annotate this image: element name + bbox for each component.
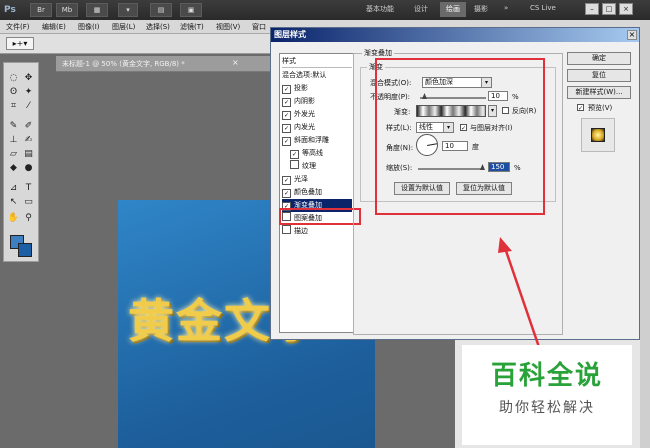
menu-edit[interactable]: 编辑(E)	[42, 21, 66, 33]
effect-texture[interactable]: 纹理	[290, 160, 360, 173]
move-tool-preset[interactable]: ▸+▾	[6, 37, 34, 50]
effect-bevel-emboss[interactable]: ✓ 斜面和浮雕	[282, 134, 352, 147]
minimize-icon[interactable]: –	[585, 3, 599, 15]
watermark-title: 百科全说	[490, 361, 603, 391]
stroke-checkbox[interactable]	[282, 225, 291, 234]
zoom-tool-icon[interactable]: ⚲	[22, 213, 35, 224]
cslive-button[interactable]: CS Live	[530, 4, 556, 12]
document-tab-label: 未标题-1 @ 50% (黄金文字, RGB/8) *	[62, 60, 185, 68]
maximize-icon[interactable]: □	[602, 3, 616, 15]
arrow-head	[498, 237, 512, 253]
ok-button[interactable]: 确定	[567, 52, 631, 65]
magic-wand-icon[interactable]: ✦	[22, 87, 35, 98]
blur-tool-icon[interactable]: ◆	[7, 163, 20, 174]
effect-drop-shadow[interactable]: ✓ 投影	[282, 82, 352, 95]
gradient-tool-icon[interactable]: ▤	[22, 149, 35, 160]
workspace-painting[interactable]: 绘画	[440, 2, 466, 17]
minibridge-button[interactable]: Mb	[56, 3, 78, 17]
lasso-tool-icon[interactable]: ʘ	[7, 87, 20, 98]
workspace-photography[interactable]: 摄影	[474, 4, 488, 14]
brush-tool-icon[interactable]: ✐	[22, 121, 35, 132]
workspace-design[interactable]: 设计	[414, 4, 428, 14]
reset-button[interactable]: 复位	[567, 69, 631, 82]
more-workspaces-icon[interactable]: »	[504, 4, 508, 12]
clone-stamp-icon[interactable]: ⊥	[7, 135, 20, 146]
annotation-arrow	[498, 237, 542, 351]
effect-inner-glow[interactable]: ✓ 内发光	[282, 121, 352, 134]
menu-view[interactable]: 视图(V)	[216, 21, 240, 33]
screen-mode-icon[interactable]: ▣	[180, 3, 202, 17]
crop-tool-icon[interactable]: ⌗	[7, 101, 20, 112]
menu-file[interactable]: 文件(F)	[6, 21, 30, 33]
dialog-title: 图层样式	[271, 28, 639, 42]
dodge-tool-icon[interactable]: ●	[22, 163, 35, 174]
layer-style-dialog: 图层样式 × 样式 混合选项:默认 ✓ 投影 ✓ 内阴影 ✓ 外发光 ✓ 内发光 ✓ 斜面…	[270, 27, 640, 340]
drop-shadow-checkbox[interactable]: ✓	[282, 85, 291, 94]
watermark: 百科全说 助你轻松解决	[462, 345, 632, 445]
contour-checkbox[interactable]: ✓	[290, 150, 299, 159]
arrange-documents-icon[interactable]: ▤	[150, 3, 172, 17]
ps-logo: Ps	[4, 5, 16, 15]
view-extras-icon[interactable]: ▦	[86, 3, 108, 17]
app-bar: Ps Br Mb ▦ ▾ ▤ ▣ 基本功能 设计 绘画 摄影 » CS Live…	[0, 0, 650, 20]
path-selection-icon[interactable]: ↖	[7, 197, 20, 208]
marquee-tool-icon[interactable]: ◌	[7, 73, 20, 84]
effect-contour[interactable]: ✓ 等高线	[290, 147, 360, 160]
move-tool-icon[interactable]: ✥	[22, 73, 35, 84]
toolbox: ◌ ✥ ʘ ✦ ⌗ ⁄ ✎ ✐ ⊥ ✍ ▱ ▤ ◆ ● ⊿ T ↖ ▭ ✋ ⚲	[3, 62, 39, 262]
eyedropper-icon[interactable]: ⁄	[22, 101, 35, 112]
effect-color-overlay[interactable]: ✓ 颜色叠加	[282, 186, 352, 199]
outer-glow-checkbox[interactable]: ✓	[282, 111, 291, 120]
effect-stroke[interactable]: 描边	[282, 225, 352, 238]
style-list: 样式 混合选项:默认 ✓ 投影 ✓ 内阴影 ✓ 外发光 ✓ 内发光 ✓ 斜面和浮雕 ✓ 等高…	[279, 53, 354, 333]
blend-options-item[interactable]: 混合选项:默认	[282, 69, 352, 82]
style-preview-thumbnail	[581, 118, 615, 152]
hand-tool-icon[interactable]: ✋	[7, 213, 20, 224]
right-panel-edge	[640, 20, 650, 448]
bevel-emboss-checkbox[interactable]: ✓	[282, 137, 291, 146]
watermark-subtitle: 助你轻松解决	[499, 400, 595, 416]
selected-effect-highlight	[279, 208, 361, 225]
menu-select[interactable]: 选择(S)	[146, 21, 170, 33]
styles-header[interactable]: 样式	[282, 55, 352, 68]
background-color-swatch[interactable]	[18, 243, 32, 257]
document-tab[interactable]: 未标题-1 @ 50% (黄金文字, RGB/8) * ×	[56, 56, 270, 72]
effect-satin[interactable]: ✓ 光泽	[282, 173, 352, 186]
menu-image[interactable]: 图像(I)	[78, 21, 100, 33]
color-overlay-checkbox[interactable]: ✓	[282, 189, 291, 198]
zoom-dropdown[interactable]: ▾	[118, 3, 138, 17]
texture-checkbox[interactable]	[290, 160, 299, 169]
effect-inner-shadow[interactable]: ✓ 内阴影	[282, 95, 352, 108]
preview-label: 预览(V)	[588, 104, 613, 112]
arrow-shaft	[502, 244, 542, 351]
type-tool-icon[interactable]: T	[22, 183, 35, 194]
eraser-icon[interactable]: ▱	[7, 149, 20, 160]
bridge-button[interactable]: Br	[30, 3, 52, 17]
menu-layer[interactable]: 图层(L)	[112, 21, 135, 33]
menu-filter[interactable]: 滤镜(T)	[180, 21, 204, 33]
new-style-button[interactable]: 新建样式(W)...	[567, 86, 631, 99]
options-bar: ▸+▾	[0, 34, 270, 54]
inner-glow-checkbox[interactable]: ✓	[282, 124, 291, 133]
preview-swatch	[591, 128, 605, 142]
menu-window[interactable]: 窗口	[252, 21, 266, 33]
settings-highlight	[375, 58, 545, 215]
workspace-essentials[interactable]: 基本功能	[366, 4, 394, 14]
close-icon[interactable]: ×	[619, 3, 633, 15]
dialog-close-icon[interactable]: ×	[627, 30, 637, 40]
history-brush-icon[interactable]: ✍	[22, 135, 35, 146]
inner-shadow-checkbox[interactable]: ✓	[282, 98, 291, 107]
satin-checkbox[interactable]: ✓	[282, 176, 291, 185]
pen-tool-icon[interactable]: ⊿	[7, 183, 20, 194]
preview-checkbox[interactable]: ✓	[577, 104, 584, 112]
shape-tool-icon[interactable]: ▭	[22, 197, 35, 208]
panel-title: 渐变叠加	[362, 48, 394, 58]
healing-brush-icon[interactable]: ✎	[7, 121, 20, 132]
document-close-icon[interactable]: ×	[232, 58, 239, 67]
effect-outer-glow[interactable]: ✓ 外发光	[282, 108, 352, 121]
